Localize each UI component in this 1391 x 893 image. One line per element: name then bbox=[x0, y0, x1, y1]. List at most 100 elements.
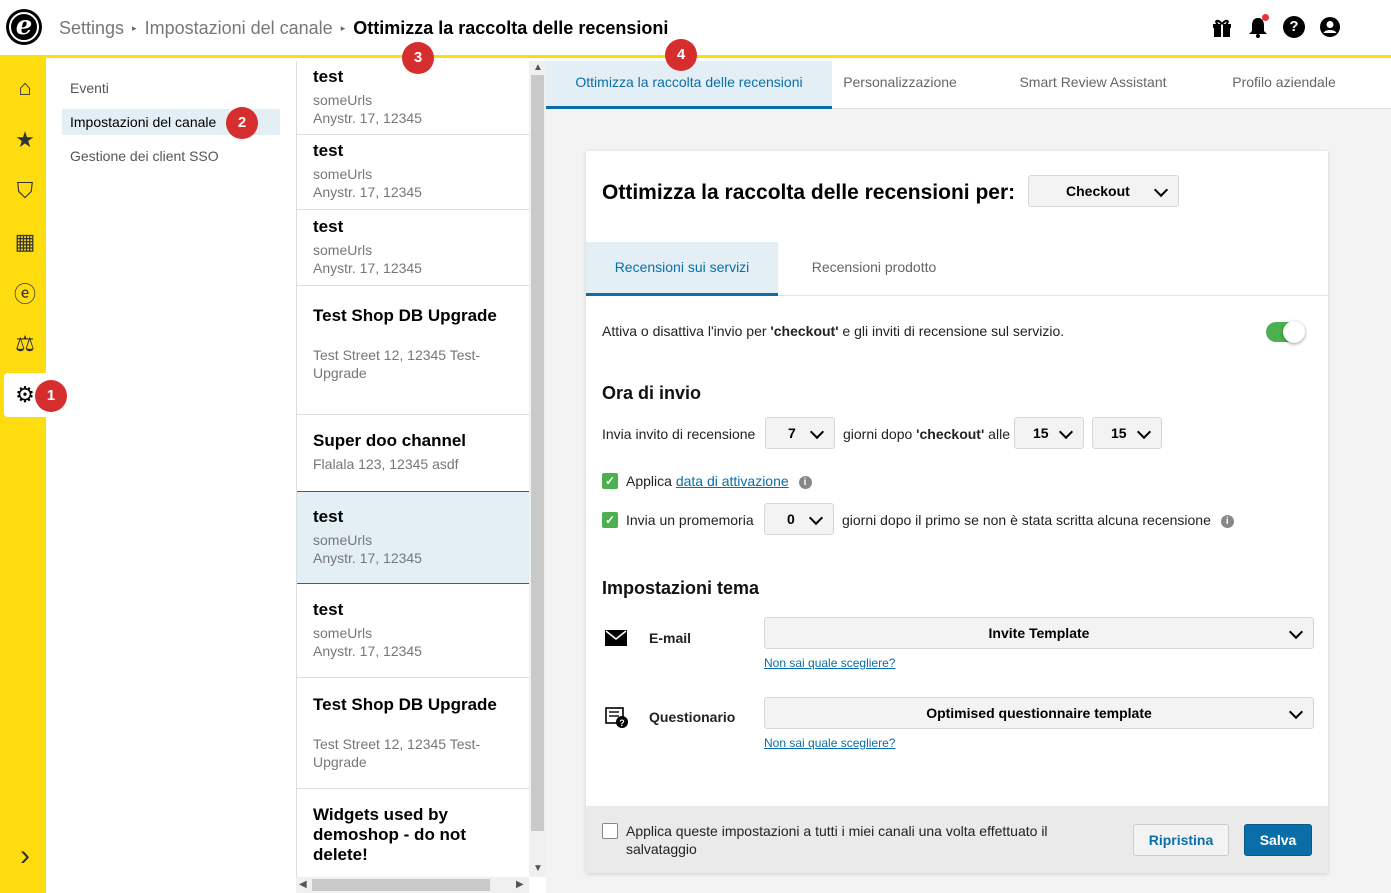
chevron-down-icon bbox=[1058, 424, 1074, 440]
breadcrumb-channel-settings[interactable]: Impostazioni del canale bbox=[145, 18, 333, 38]
channel-item[interactable]: Test Shop DB Upgrade Test Street 12, 123… bbox=[297, 678, 529, 789]
tab-smart-review-assistant[interactable]: Smart Review Assistant bbox=[1008, 61, 1178, 109]
activation-date-link[interactable]: data di attivazione bbox=[676, 473, 789, 489]
review-type-tabs: Recensioni sui servizi Recensioni prodot… bbox=[586, 242, 1328, 296]
channel-item[interactable]: test someUrls Anystr. 17, 12345 bbox=[297, 210, 529, 286]
tab-personalization[interactable]: Personalizzazione bbox=[832, 61, 968, 109]
hour-select[interactable]: 15 bbox=[1014, 417, 1084, 449]
svg-text:?: ? bbox=[619, 718, 625, 728]
hour-value: 15 bbox=[1033, 425, 1049, 441]
scales-icon[interactable]: ⚖ bbox=[4, 322, 46, 366]
days-after-event: 'checkout' bbox=[916, 426, 985, 442]
tab-service-reviews[interactable]: Recensioni sui servizi bbox=[586, 242, 778, 296]
channel-item[interactable]: Super doo channel Flalala 123, 12345 asd… bbox=[297, 415, 529, 492]
channel-address: Anystr. 17, 12345 bbox=[313, 184, 422, 200]
chevron-down-icon bbox=[1288, 704, 1304, 720]
trusted-logo-icon[interactable]: e bbox=[6, 9, 42, 45]
subnav-item-events[interactable]: Eventi bbox=[62, 75, 280, 101]
breadcrumb-separator: ▸ bbox=[132, 22, 137, 33]
channel-url: someUrls bbox=[313, 242, 373, 258]
reset-button[interactable]: Ripristina bbox=[1133, 824, 1229, 856]
bell-icon[interactable] bbox=[1247, 14, 1269, 38]
channel-url: someUrls bbox=[313, 92, 373, 108]
save-button[interactable]: Salva bbox=[1244, 824, 1312, 856]
scroll-left-icon[interactable]: ◀ bbox=[299, 879, 307, 890]
reminder-suffix: giorni dopo il primo se non è stata scri… bbox=[842, 512, 1234, 528]
channel-list: test someUrls Anystr. 17, 12345 test som… bbox=[296, 61, 529, 877]
shield-check-icon[interactable]: ⛉ bbox=[4, 169, 46, 213]
envelope-icon bbox=[605, 630, 627, 651]
info-icon[interactable]: i bbox=[1220, 514, 1234, 528]
questionnaire-help-link[interactable]: Non sai quale scegliere? bbox=[764, 736, 895, 750]
minute-value: 15 bbox=[1111, 425, 1127, 441]
channel-address: Flalala 123, 12345 asdf bbox=[313, 456, 459, 472]
apply-activation-checkbox[interactable]: ✓ bbox=[602, 473, 618, 489]
e-logo-icon[interactable]: ⓔ bbox=[4, 271, 46, 315]
event-select[interactable]: Checkout bbox=[1028, 175, 1179, 207]
notification-dot bbox=[1262, 14, 1269, 21]
channel-item[interactable]: test someUrls Anystr. 17, 12345 bbox=[297, 584, 529, 678]
reminder-suffix-text: giorni dopo il primo se non è stata scri… bbox=[842, 512, 1211, 528]
tab-company-profile[interactable]: Profilo aziendale bbox=[1218, 61, 1350, 109]
scroll-right-icon[interactable]: ▶ bbox=[516, 879, 524, 890]
expand-chevron-icon[interactable]: › bbox=[4, 834, 46, 878]
scrollbar-thumb[interactable] bbox=[531, 75, 544, 831]
hscrollbar-thumb[interactable] bbox=[312, 879, 490, 891]
reminder-days-select[interactable]: 0 bbox=[764, 503, 834, 535]
service-invites-toggle[interactable] bbox=[1266, 321, 1305, 343]
annotation-badge-4: 4 bbox=[665, 39, 697, 71]
channel-address: Anystr. 17, 12345 bbox=[313, 643, 422, 659]
theme-settings-heading: Impostazioni tema bbox=[602, 578, 760, 598]
minute-select[interactable]: 15 bbox=[1092, 417, 1162, 449]
channel-name: test bbox=[313, 600, 344, 619]
star-icon[interactable]: ★ bbox=[4, 118, 46, 162]
email-help-link[interactable]: Non sai quale scegliere? bbox=[764, 656, 895, 670]
user-icon[interactable] bbox=[1319, 16, 1341, 38]
channel-item-selected[interactable]: test someUrls Anystr. 17, 12345 bbox=[297, 491, 529, 584]
card-footer: Applica queste impostazioni a tutti i mi… bbox=[586, 806, 1328, 873]
toggle-description: Attiva o disattiva l'invio per 'checkout… bbox=[602, 323, 1064, 339]
channel-item[interactable]: Widgets used by demoshop - do not delete… bbox=[297, 789, 529, 877]
chevron-down-icon bbox=[809, 424, 825, 440]
tab-product-reviews[interactable]: Recensioni prodotto bbox=[778, 242, 970, 296]
help-icon[interactable]: ? bbox=[1283, 16, 1305, 38]
annotation-badge-3: 3 bbox=[402, 42, 434, 74]
reminder-checkbox[interactable]: ✓ bbox=[602, 512, 618, 528]
scroll-down-icon[interactable]: ▼ bbox=[533, 863, 543, 874]
invite-days-select[interactable]: 7 bbox=[765, 417, 835, 449]
info-icon[interactable]: i bbox=[798, 475, 812, 489]
apply-all-checkbox[interactable] bbox=[602, 823, 618, 839]
gift-icon[interactable] bbox=[1211, 16, 1233, 38]
home-icon[interactable]: ⌂ bbox=[4, 66, 46, 110]
subnav-item-sso-clients[interactable]: Gestione dei client SSO bbox=[62, 143, 280, 169]
channel-list-scrollbar[interactable]: ▲ ▼ bbox=[529, 61, 546, 877]
channel-name: test bbox=[313, 217, 344, 236]
questionnaire-label: Questionario bbox=[649, 709, 736, 725]
questionnaire-icon: ? bbox=[605, 707, 629, 734]
reminder-label: Invia un promemoria bbox=[626, 512, 754, 528]
breadcrumb-settings[interactable]: Settings bbox=[59, 18, 124, 38]
main-nav-rail: ⌂ ★ ⛉ ▦ ⓔ ⚖ ⚙ › bbox=[0, 58, 46, 893]
email-template-select[interactable]: Invite Template bbox=[764, 617, 1314, 649]
chart-icon[interactable]: ▦ bbox=[4, 220, 46, 264]
toggle-text: Attiva o disattiva l'invio per bbox=[602, 323, 771, 339]
toggle-text-event: 'checkout' bbox=[770, 323, 839, 339]
invite-days-value: 7 bbox=[788, 425, 796, 441]
channel-list-hscrollbar[interactable]: ◀ ▶ bbox=[296, 877, 529, 893]
channel-name: test bbox=[313, 141, 344, 160]
questionnaire-template-select[interactable]: Optimised questionnaire template bbox=[764, 697, 1314, 729]
channel-address: Anystr. 17, 12345 bbox=[313, 550, 422, 566]
channel-name: Widgets used by demoshop - do not delete… bbox=[313, 805, 466, 864]
channel-item[interactable]: test someUrls Anystr. 17, 12345 bbox=[297, 135, 529, 210]
invite-label: Invia invito di recensione bbox=[602, 426, 756, 442]
channel-url: someUrls bbox=[313, 625, 373, 641]
channel-address: Anystr. 17, 12345 bbox=[313, 110, 422, 126]
breadcrumb: Settings ▸ Impostazioni del canale ▸ Ottimiz… bbox=[59, 17, 668, 39]
channel-address: Anystr. 17, 12345 bbox=[313, 260, 422, 276]
email-label: E-mail bbox=[649, 630, 692, 646]
scroll-up-icon[interactable]: ▲ bbox=[533, 62, 543, 73]
event-select-value: Checkout bbox=[1066, 183, 1130, 199]
channel-url: someUrls bbox=[313, 532, 373, 548]
header-actions: ? bbox=[1211, 14, 1341, 38]
channel-item[interactable]: Test Shop DB Upgrade Test Street 12, 123… bbox=[297, 286, 529, 415]
